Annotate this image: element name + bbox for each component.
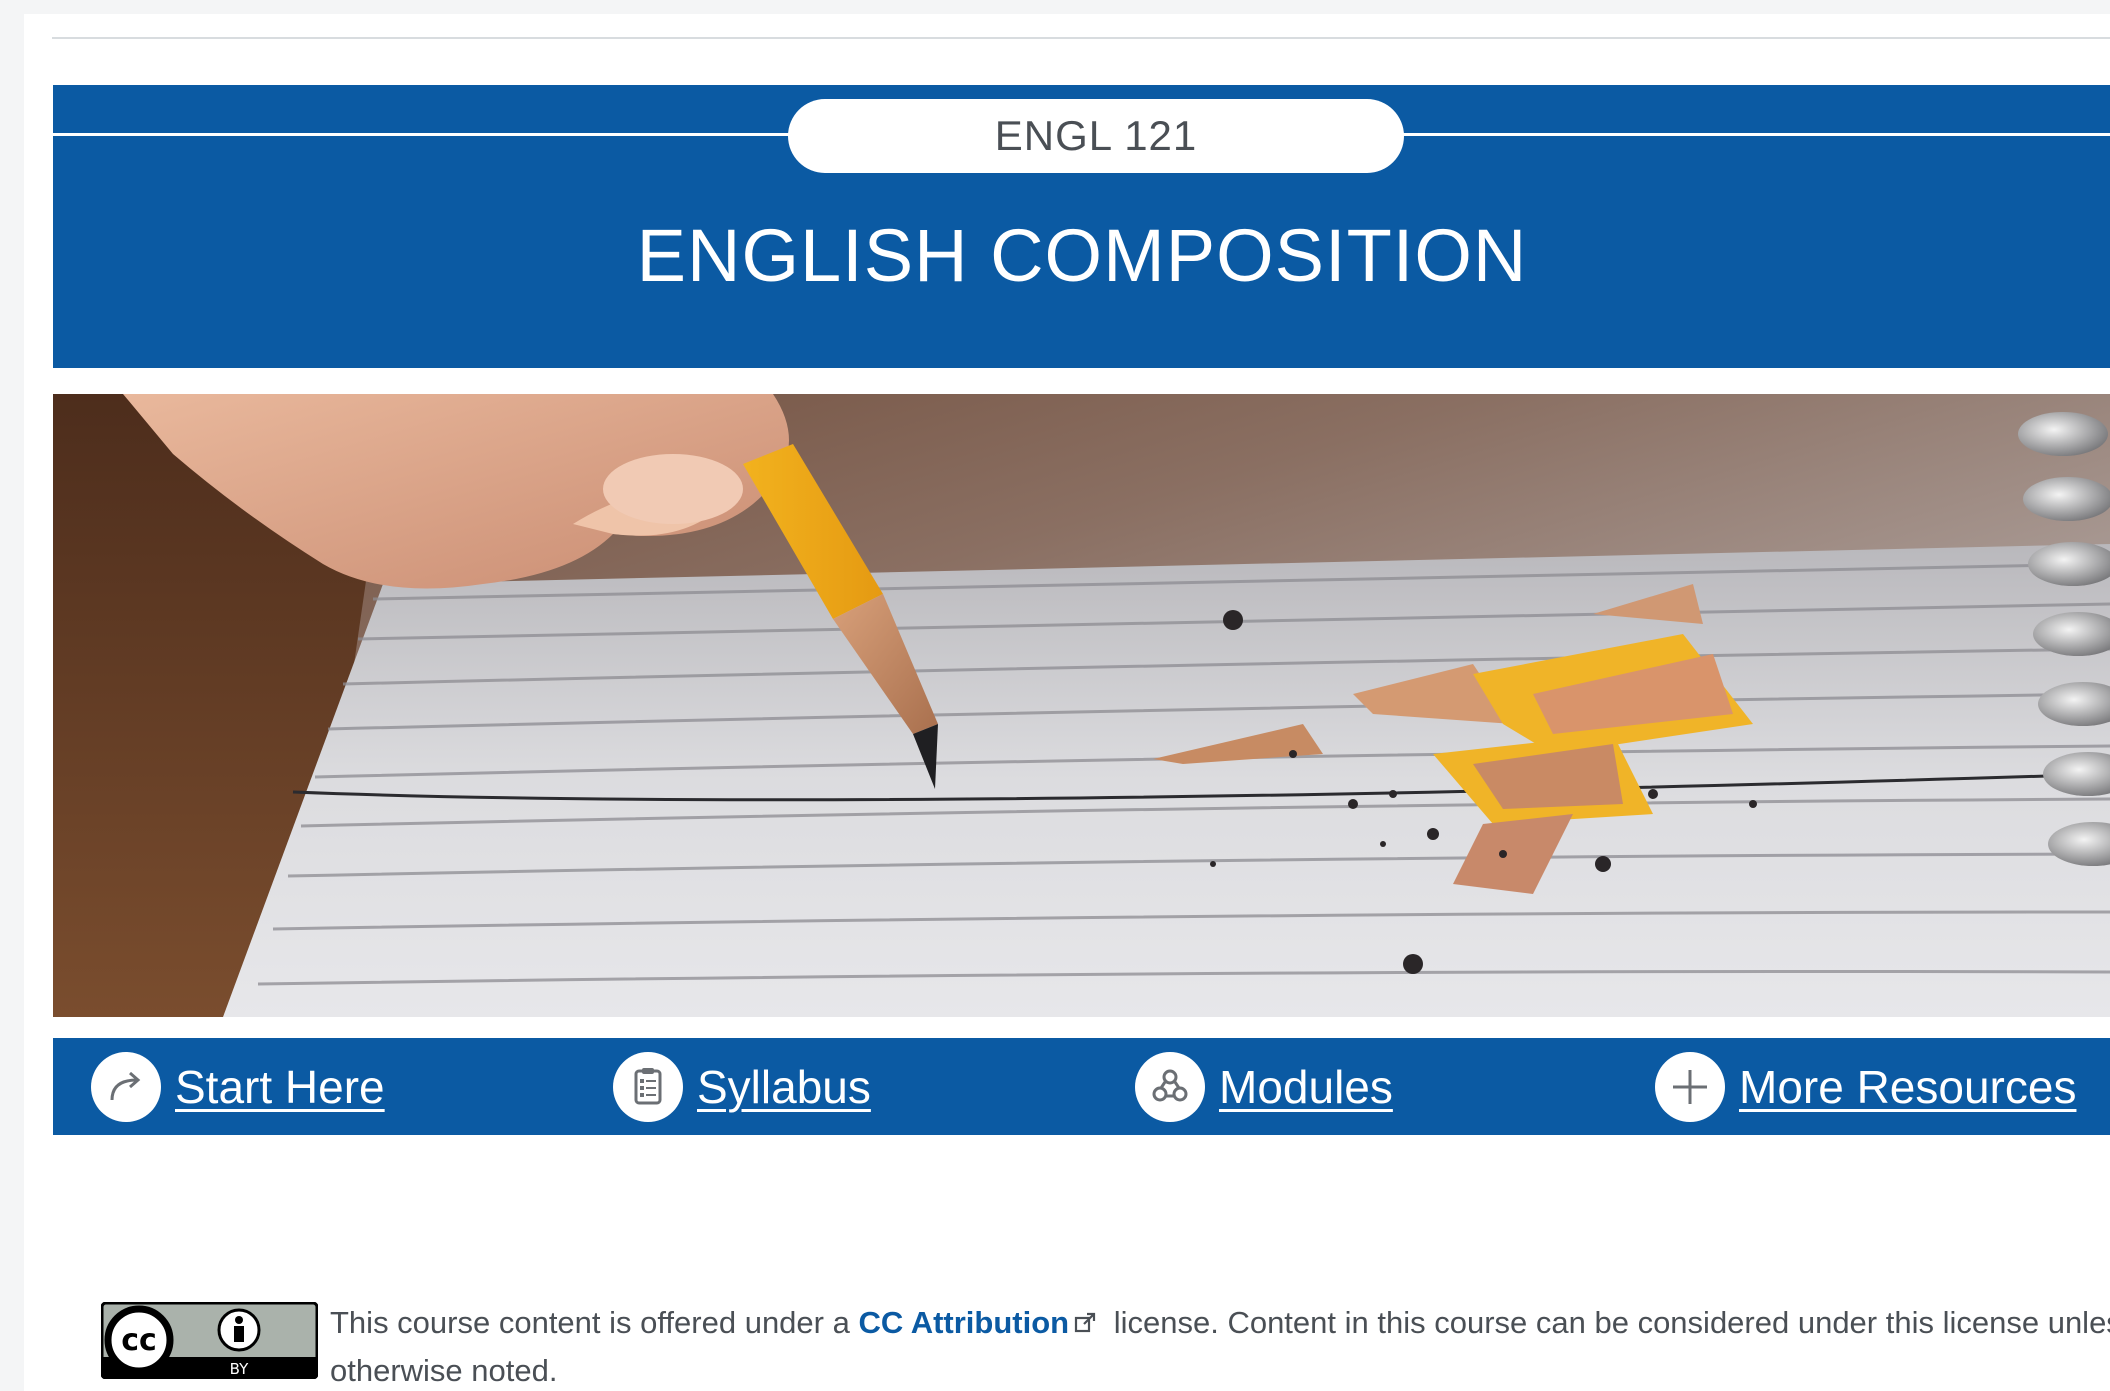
nav-modules-label[interactable]: Modules xyxy=(1219,1060,1393,1114)
license-prefix: This course content is offered under a xyxy=(330,1305,859,1340)
cc-text: cc xyxy=(121,1323,157,1358)
plus-icon xyxy=(1655,1051,1725,1122)
nav-syllabus-label[interactable]: Syllabus xyxy=(697,1060,871,1114)
course-code-pill: ENGL 121 xyxy=(788,99,1404,173)
by-text: BY xyxy=(230,1360,249,1378)
license-suffix: license. Content in this course can be c… xyxy=(1113,1305,2110,1340)
license-text: This course content is offered under a C… xyxy=(330,1300,2110,1391)
course-title-wrap: ENGLISH COMPOSITION xyxy=(53,205,2110,305)
nav-start-here[interactable]: Start Here xyxy=(91,1038,385,1135)
course-title: ENGLISH COMPOSITION xyxy=(636,213,1528,297)
top-shade xyxy=(0,0,2110,14)
nav-syllabus[interactable]: Syllabus xyxy=(613,1038,871,1135)
course-nav-bar: Start Here Syllabus Modules More Resourc… xyxy=(53,1038,2110,1135)
page-divider xyxy=(52,37,2110,39)
nav-start-here-label[interactable]: Start Here xyxy=(175,1060,385,1114)
course-code: ENGL 121 xyxy=(994,112,1198,159)
arrow-forward-icon xyxy=(91,1051,161,1122)
left-shade xyxy=(0,0,24,1391)
clipboard-icon xyxy=(613,1051,683,1122)
course-home-page: ENGL 121 ENGLISH COMPOSITION Start Here … xyxy=(0,0,2110,1391)
hero-image xyxy=(53,394,2110,1017)
course-banner: ENGL 121 ENGLISH COMPOSITION xyxy=(53,85,2110,368)
nav-more-resources-label[interactable]: More Resources xyxy=(1739,1060,2076,1114)
cc-attribution-link[interactable]: CC Attribution xyxy=(858,1305,1069,1340)
modules-icon xyxy=(1135,1051,1205,1122)
license-line-1: This course content is offered under a C… xyxy=(330,1300,2110,1348)
nav-modules[interactable]: Modules xyxy=(1135,1038,1393,1135)
cc-by-badge[interactable]: cc BY xyxy=(100,1301,319,1380)
license-line-2: otherwise noted. xyxy=(330,1352,558,1388)
external-link-icon xyxy=(1073,1302,1097,1348)
nav-more-resources[interactable]: More Resources xyxy=(1655,1038,2076,1135)
pencil-writing-photo xyxy=(53,394,2110,1017)
